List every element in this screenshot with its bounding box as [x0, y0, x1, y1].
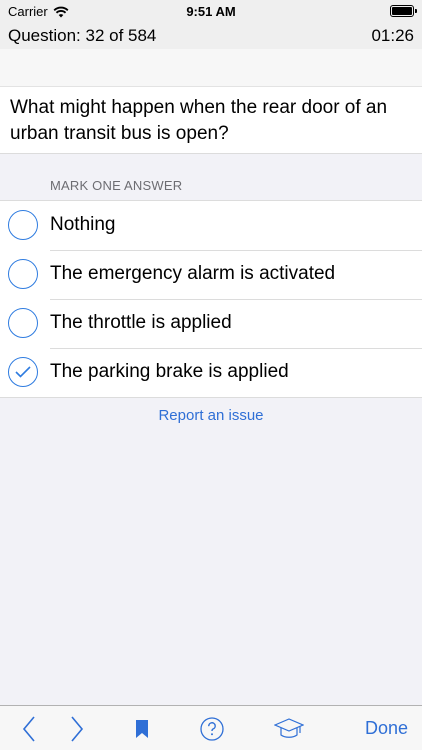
- bottom-toolbar: Done: [0, 705, 422, 750]
- question-counter: Question: 32 of 584: [8, 26, 157, 45]
- bookmark-button[interactable]: [134, 706, 150, 750]
- radio-checked-icon[interactable]: [8, 357, 38, 387]
- status-bar: Carrier 9:51 AM: [0, 0, 422, 22]
- bookmark-icon: [136, 719, 148, 738]
- answer-label: The throttle is applied: [50, 312, 232, 333]
- answer-section-label: MARK ONE ANSWER: [50, 178, 183, 193]
- header-spacer: [0, 49, 422, 87]
- radio-unchecked-icon[interactable]: [8, 259, 38, 289]
- answer-label: The emergency alarm is activated: [50, 263, 336, 284]
- forward-icon: [71, 715, 84, 742]
- quiz-header: Question: 32 of 584 01:26: [0, 22, 422, 49]
- answer-label: Nothing: [50, 214, 116, 235]
- question-text: What might happen when the rear door of …: [0, 87, 422, 154]
- quiz-timer: 01:26: [371, 26, 414, 45]
- graduation-cap-icon: [274, 717, 304, 738]
- answer-option-3[interactable]: The throttle is applied: [0, 299, 422, 348]
- radio-unchecked-icon[interactable]: [8, 210, 38, 240]
- answer-option-4[interactable]: The parking brake is applied: [0, 348, 422, 397]
- back-icon: [22, 715, 35, 742]
- back-button[interactable]: [16, 706, 42, 750]
- checkmark-icon: [15, 366, 31, 378]
- study-button[interactable]: [274, 706, 304, 750]
- battery-icon: [390, 5, 417, 17]
- radio-unchecked-icon[interactable]: [8, 308, 38, 338]
- answer-label: The parking brake is applied: [50, 361, 289, 382]
- status-time: 9:51 AM: [186, 4, 236, 19]
- answer-list: Nothing The emergency alarm is activated…: [0, 200, 422, 398]
- report-issue-link[interactable]: Report an issue: [0, 407, 422, 424]
- done-button[interactable]: Done: [365, 706, 408, 750]
- help-icon: [200, 716, 224, 741]
- help-button[interactable]: [199, 706, 225, 750]
- answer-option-1[interactable]: Nothing: [0, 201, 422, 250]
- answer-option-2[interactable]: The emergency alarm is activated: [0, 250, 422, 299]
- forward-button[interactable]: [64, 706, 90, 750]
